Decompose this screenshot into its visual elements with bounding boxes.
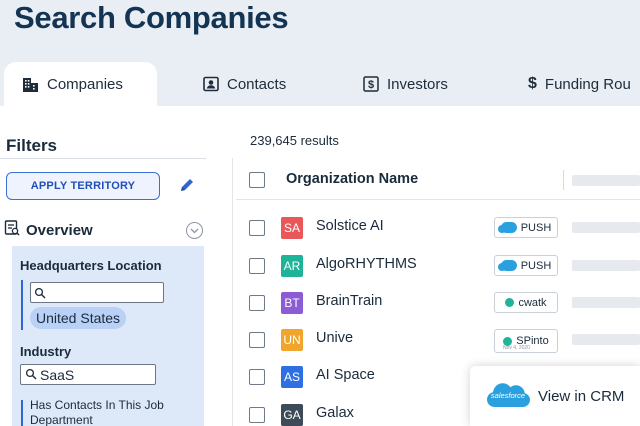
column-separator	[563, 170, 564, 190]
search-icon	[34, 286, 46, 304]
overview-icon	[4, 220, 20, 240]
row-checkbox[interactable]	[249, 332, 265, 348]
salesforce-logo-text: salesforce	[490, 391, 526, 400]
company-name-link[interactable]: Unive	[316, 330, 353, 346]
overview-section-header[interactable]: Overview	[4, 220, 93, 240]
tab-label: Contacts	[227, 75, 287, 93]
salesforce-logo-icon: salesforce	[486, 380, 530, 412]
contact-card-icon	[202, 76, 219, 93]
hq-accent-line	[21, 280, 23, 330]
job-department-label: Has Contacts In This Job Department	[30, 398, 164, 426]
filters-title: Filters	[6, 136, 58, 155]
crm-label: PUSH	[520, 259, 552, 272]
tab-bar: Companies Contacts $ Investors $ Funding…	[0, 62, 640, 106]
crm-date: Nov 4, 2020	[503, 345, 530, 351]
dollar-icon: $	[528, 75, 537, 92]
page-title: Search Companies	[14, 0, 289, 35]
column-header-placeholder	[572, 175, 640, 186]
tab-companies[interactable]: Companies	[4, 62, 157, 106]
search-icon	[25, 367, 37, 383]
header-divider	[236, 199, 640, 200]
results-count: 239,645 results	[250, 133, 339, 148]
row-checkbox[interactable]	[249, 258, 265, 274]
pencil-icon[interactable]	[178, 176, 196, 194]
crm-push-button[interactable]: PUSH	[494, 255, 558, 276]
row-placeholder-cell	[572, 297, 640, 308]
job-accent-line	[21, 400, 23, 426]
overview-label: Overview	[26, 221, 93, 239]
check-icon	[505, 298, 515, 307]
dollar-box-icon: $	[362, 76, 379, 93]
company-logo: AS	[281, 366, 303, 388]
company-name-link[interactable]: Galax	[316, 405, 354, 421]
company-logo: BT	[281, 292, 303, 314]
tab-contacts[interactable]: Contacts	[202, 62, 286, 106]
column-header-organization-name[interactable]: Organization Name	[286, 171, 418, 187]
company-name-link[interactable]: Solstice AI	[316, 218, 384, 234]
company-logo: UN	[281, 329, 303, 351]
row-checkbox[interactable]	[249, 220, 265, 236]
building-icon	[22, 76, 39, 93]
company-name-link[interactable]: BrainTrain	[316, 293, 382, 309]
salesforce-icon	[497, 222, 517, 233]
crm-owner-badge[interactable]: SPinto Nov 4, 2020	[494, 329, 558, 353]
row-checkbox[interactable]	[249, 295, 265, 311]
tab-label: Investors	[387, 75, 448, 93]
row-placeholder-cell	[572, 260, 640, 271]
row-placeholder-cell	[572, 222, 640, 233]
company-name-link[interactable]: AlgoRHYTHMS	[316, 256, 417, 272]
sidebar-divider	[0, 158, 206, 159]
view-in-crm-tooltip[interactable]: salesforce View in CRM	[470, 366, 640, 426]
industry-label: Industry	[20, 344, 72, 359]
tab-funding-rounds[interactable]: $ Funding Rou	[528, 62, 631, 106]
row-checkbox[interactable]	[249, 407, 265, 423]
sidebar-vertical-divider	[232, 158, 233, 426]
salesforce-icon	[497, 260, 517, 271]
company-logo: AR	[281, 255, 303, 277]
company-name-link[interactable]: AI Space	[316, 367, 375, 383]
tab-investors[interactable]: $ Investors	[362, 62, 448, 106]
industry-value: SaaS	[40, 366, 75, 383]
crm-owner: cwatk	[518, 296, 547, 309]
company-logo: SA	[281, 217, 303, 239]
crm-label: PUSH	[520, 221, 552, 234]
crm-push-button[interactable]: PUSH	[494, 217, 558, 238]
svg-text:$: $	[367, 79, 373, 91]
hq-location-input[interactable]	[30, 282, 164, 303]
select-all-checkbox[interactable]	[249, 172, 265, 188]
crm-owner-badge[interactable]: cwatk	[494, 292, 558, 313]
tab-label: Companies	[47, 75, 123, 93]
apply-territory-button[interactable]: APPLY TERRITORY	[6, 172, 160, 200]
row-placeholder-cell	[572, 334, 640, 345]
company-logo: GA	[281, 404, 303, 426]
hq-chip-united-states[interactable]: United States	[30, 307, 127, 329]
industry-input[interactable]: SaaS	[20, 364, 156, 385]
hq-location-label: Headquarters Location	[20, 258, 162, 273]
chevron-down-icon[interactable]	[186, 222, 203, 239]
tab-label: Funding Rou	[544, 75, 631, 93]
row-checkbox[interactable]	[249, 369, 265, 385]
view-in-crm-label: View in CRM	[538, 387, 625, 405]
